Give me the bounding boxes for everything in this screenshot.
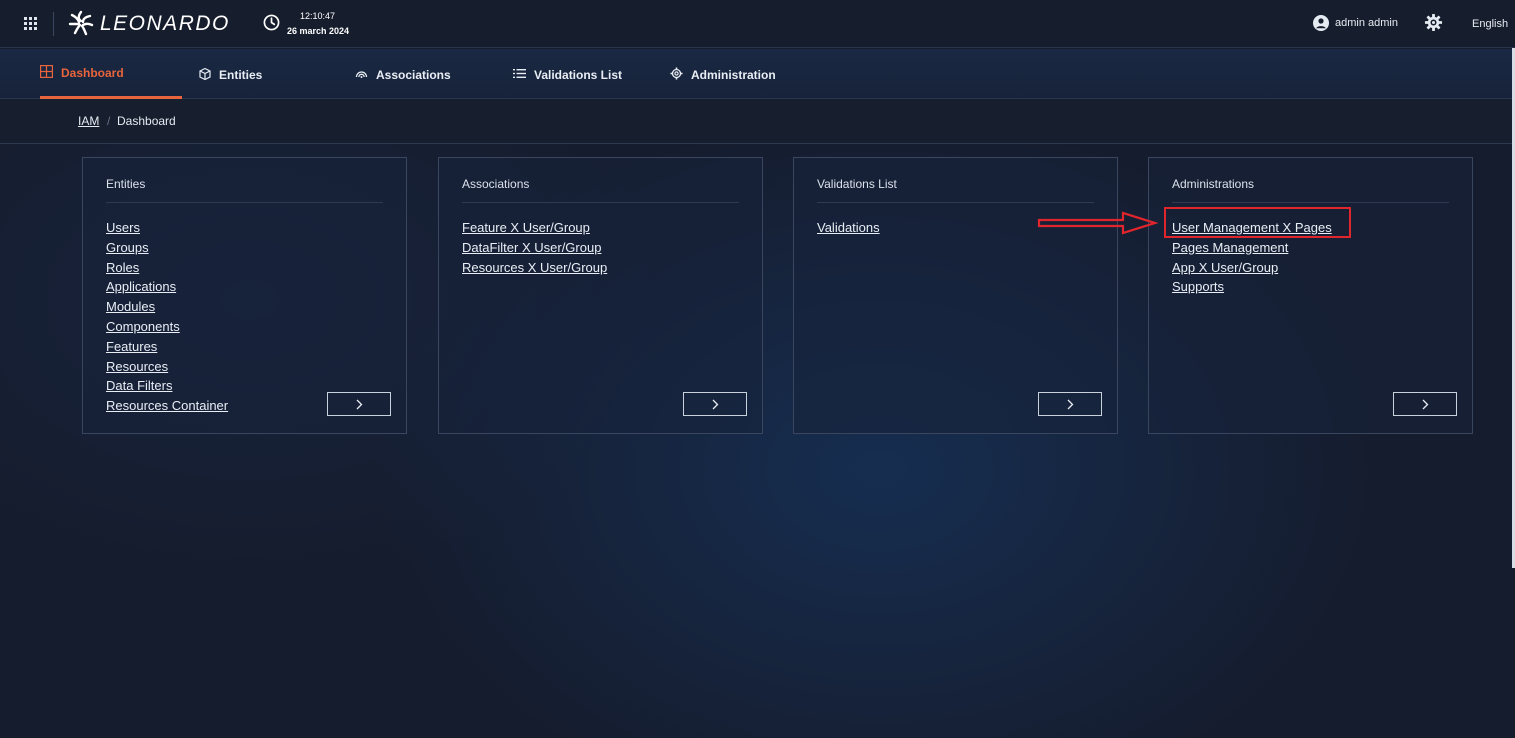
annotation-arrow-icon — [1037, 211, 1159, 235]
link-components[interactable]: Components — [106, 317, 228, 337]
chevron-right-icon — [356, 399, 363, 410]
tab-associations[interactable]: Associations — [355, 49, 475, 99]
tab-validations-list[interactable]: Validations List — [513, 49, 643, 99]
dashboard-icon — [40, 65, 53, 78]
brand-name: LEONARDO — [100, 12, 230, 35]
tab-label: Dashboard — [61, 66, 124, 80]
card-divider — [1172, 202, 1449, 203]
tab-label: Validations List — [534, 68, 623, 82]
link-supports[interactable]: Supports — [1172, 277, 1332, 297]
card-administrations: Administrations User Management X Pages … — [1148, 157, 1473, 434]
card-divider — [817, 202, 1094, 203]
breadcrumb: IAM / Dashboard — [0, 99, 1515, 144]
link-data-filters[interactable]: Data Filters — [106, 376, 228, 396]
language-selector[interactable]: English — [1472, 18, 1508, 30]
tab-entities[interactable]: Entities — [198, 49, 298, 99]
tab-label: Administration — [691, 68, 776, 82]
card-link-list: Validations — [817, 218, 880, 238]
link-resources-x-user-group[interactable]: Resources X User/Group — [462, 258, 607, 278]
card-link-list: Users Groups Roles Applications Modules … — [106, 218, 228, 416]
tab-administration[interactable]: Administration — [670, 49, 800, 99]
app-grid-icon[interactable] — [24, 17, 37, 30]
settings-gear-icon[interactable] — [1424, 13, 1443, 32]
card-title: Associations — [462, 177, 530, 191]
link-resources-container[interactable]: Resources Container — [106, 396, 228, 416]
gear-icon — [670, 67, 683, 80]
leonardo-logo-icon — [68, 10, 94, 36]
link-pages-management[interactable]: Pages Management — [1172, 238, 1332, 258]
breadcrumb-separator: / — [107, 114, 111, 128]
chevron-right-icon — [1067, 399, 1074, 410]
breadcrumb-root-link[interactable]: IAM — [78, 114, 99, 128]
clock-icon — [263, 14, 280, 31]
link-applications[interactable]: Applications — [106, 277, 228, 297]
top-bar: LEONARDO 12:10:47 26 march 2024 admin ad… — [0, 0, 1515, 48]
link-features[interactable]: Features — [106, 337, 228, 357]
card-divider — [106, 202, 383, 203]
main-nav: Dashboard Entities Associations Validati… — [0, 49, 1515, 99]
card-validations-list: Validations List Validations — [793, 157, 1118, 434]
link-users[interactable]: Users — [106, 218, 228, 238]
associations-icon — [355, 71, 368, 78]
open-administrations-button[interactable] — [1393, 392, 1457, 416]
user-avatar-icon[interactable] — [1313, 15, 1329, 31]
card-entities: Entities Users Groups Roles Applications… — [82, 157, 407, 434]
card-link-list: Feature X User/Group DataFilter X User/G… — [462, 218, 607, 277]
link-groups[interactable]: Groups — [106, 238, 228, 258]
link-validations[interactable]: Validations — [817, 218, 880, 238]
link-app-x-user-group[interactable]: App X User/Group — [1172, 258, 1332, 278]
card-divider — [462, 202, 739, 203]
clock-date: 26 march 2024 — [287, 26, 350, 36]
user-name[interactable]: admin admin — [1335, 17, 1398, 29]
list-icon — [513, 69, 526, 78]
annotation-highlight-box — [1164, 207, 1351, 238]
clock-time: 12:10:47 — [300, 11, 336, 21]
card-associations: Associations Feature X User/Group DataFi… — [438, 157, 763, 434]
entities-icon — [199, 67, 211, 80]
card-title: Administrations — [1172, 177, 1255, 191]
link-resources[interactable]: Resources — [106, 357, 228, 377]
tab-label: Associations — [376, 68, 451, 82]
chevron-right-icon — [1422, 399, 1429, 410]
link-datafilter-x-user-group[interactable]: DataFilter X User/Group — [462, 238, 607, 258]
link-feature-x-user-group[interactable]: Feature X User/Group — [462, 218, 607, 238]
link-modules[interactable]: Modules — [106, 297, 228, 317]
card-title: Entities — [106, 177, 146, 191]
link-roles[interactable]: Roles — [106, 258, 228, 278]
card-title: Validations List — [817, 177, 897, 191]
tab-label: Entities — [219, 68, 263, 82]
breadcrumb-current: Dashboard — [117, 114, 176, 128]
open-validations-button[interactable] — [1038, 392, 1102, 416]
open-entities-button[interactable] — [327, 392, 391, 416]
open-associations-button[interactable] — [683, 392, 747, 416]
tab-dashboard[interactable]: Dashboard — [40, 49, 182, 99]
header-divider — [53, 12, 54, 36]
chevron-right-icon — [712, 399, 719, 410]
